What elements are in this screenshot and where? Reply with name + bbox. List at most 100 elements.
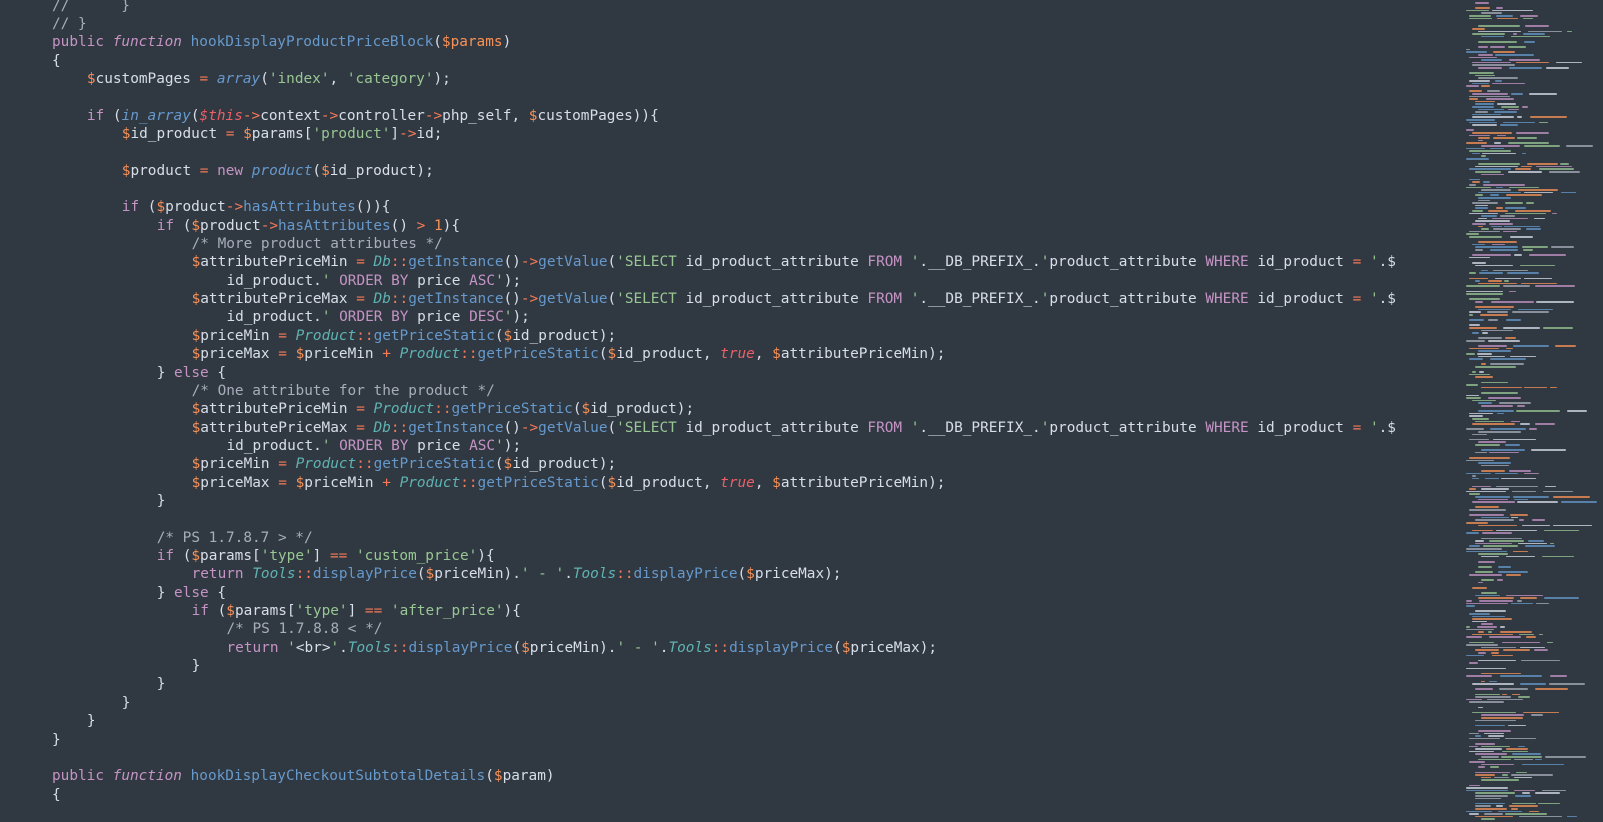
code-line[interactable]: return Tools::displayPrice($priceMin).' … [192, 565, 842, 584]
code-line[interactable]: public function hookDisplayProductPriceB… [52, 33, 511, 52]
code-token: hasAttributes [278, 217, 391, 234]
code-token: param) [502, 768, 555, 785]
minimap[interactable] [1466, 0, 1603, 822]
code-token: 'SELECT [616, 291, 686, 308]
minimap-stroke [1472, 116, 1515, 118]
minimap-stroke [1478, 524, 1518, 527]
code-line[interactable]: } else { [157, 364, 226, 383]
code-line[interactable]: id_product.' ORDER BY price ASC'); [227, 272, 522, 291]
code-line[interactable]: $attributePriceMin = Product::getPriceSt… [192, 400, 695, 419]
minimap-stroke [1535, 688, 1569, 690]
code-token: product [165, 199, 226, 216]
code-line[interactable]: /* PS 1.7.8.7 > */ [157, 529, 313, 548]
code-token: ){ [503, 603, 521, 620]
code-line[interactable]: /* PS 1.7.8.8 < */ [227, 620, 383, 639]
minimap-stroke [1469, 813, 1480, 815]
code-token: Tools [572, 566, 617, 583]
code-line[interactable]: { [52, 786, 61, 805]
code-token: $ [86, 70, 96, 87]
code-line[interactable]: public function hookDisplayCheckoutSubto… [52, 767, 555, 786]
minimap-stroke [1475, 696, 1511, 698]
code-line[interactable]: } [122, 694, 131, 713]
code-line[interactable]: $attributePriceMax = Db::getInstance()->… [192, 419, 1396, 438]
code-line[interactable]: /* More product attributes */ [192, 235, 443, 254]
code-line[interactable]: return '<br>'.Tools::displayPrice($price… [227, 639, 938, 658]
code-token: ()){ [355, 199, 391, 216]
code-line[interactable]: // } [52, 0, 130, 15]
minimap-stroke [1469, 613, 1491, 615]
minimap-stroke [1469, 314, 1474, 316]
code-token: Product [295, 327, 357, 344]
minimap-stroke [1466, 459, 1495, 462]
code-line[interactable]: $attributePriceMin = Db::getInstance()->… [192, 253, 1396, 272]
minimap-stroke [1475, 815, 1513, 818]
minimap-stroke [1497, 103, 1517, 105]
minimap-stroke [1475, 249, 1483, 251]
minimap-stroke [1536, 602, 1549, 605]
code-line[interactable]: } [157, 492, 166, 511]
code-token: priceMin [200, 456, 279, 473]
code-token: ' [495, 272, 504, 289]
code-line[interactable]: $priceMax = $priceMin + Product::getPric… [192, 474, 946, 493]
code-editor[interactable]: // }// } public function hookDisplayProdu… [0, 0, 1603, 822]
minimap-stroke [1510, 93, 1524, 95]
code-token: = [356, 254, 374, 271]
code-line[interactable]: } [157, 675, 166, 694]
code-line[interactable]: } [192, 657, 201, 676]
minimap-stroke [1519, 264, 1555, 267]
code-line[interactable]: $priceMax = $priceMin + Product::getPric… [192, 345, 946, 364]
code-line[interactable]: $priceMin = Product::getPriceStatic($id_… [192, 327, 617, 346]
code-line[interactable]: id_product.' ORDER BY price ASC'); [227, 437, 522, 456]
code-line[interactable]: /* One attribute for the product */ [192, 382, 495, 401]
code-line[interactable]: if ($params['type'] == 'after_price'){ [192, 602, 521, 621]
minimap-stroke [1466, 186, 1492, 189]
code-line[interactable]: } else { [157, 584, 226, 603]
code-line[interactable]: if ($product->hasAttributes() > 1){ [157, 217, 460, 236]
minimap-stroke [1516, 405, 1526, 407]
minimap-stroke [1481, 714, 1525, 716]
code-line[interactable]: id_product.' ORDER BY price DESC'); [227, 308, 530, 327]
code-line[interactable]: $product = new product($id_product); [122, 162, 434, 181]
minimap-stroke [1516, 410, 1560, 412]
minimap-stroke [1505, 748, 1528, 750]
minimap-stroke [1466, 667, 1507, 670]
code-token: new [217, 162, 252, 179]
minimap-stroke [1481, 405, 1513, 407]
code-line[interactable]: // } [52, 15, 87, 34]
code-area[interactable]: // }// } public function hookDisplayProdu… [0, 0, 1462, 822]
code-token: :: [390, 254, 409, 271]
minimap-stroke [1532, 519, 1545, 521]
minimap-stroke [1509, 290, 1517, 293]
code-token: -> [399, 125, 417, 142]
minimap-stroke [1523, 191, 1554, 194]
code-token: getInstance [408, 419, 504, 436]
code-token: $ [493, 768, 503, 785]
code-line[interactable]: if ($product->hasAttributes()){ [122, 198, 391, 217]
code-line[interactable]: } [52, 731, 61, 750]
minimap-stroke [1501, 477, 1537, 480]
minimap-stroke [1469, 272, 1476, 274]
code-line[interactable]: $priceMin = Product::getPriceStatic($id_… [192, 455, 617, 474]
code-token: ( [190, 107, 200, 124]
minimap-stroke [1492, 438, 1537, 441]
code-token: } [156, 364, 175, 381]
code-line[interactable]: } [87, 712, 96, 731]
code-line[interactable]: $id_product = $params['product']->id; [122, 125, 443, 144]
code-line[interactable]: if ($params['type'] == 'custom_price'){ [157, 547, 495, 566]
code-token: = [356, 291, 374, 308]
minimap-stroke [1507, 724, 1526, 727]
code-line[interactable]: $customPages = array('index', 'category'… [87, 70, 451, 89]
code-line[interactable]: { [52, 52, 61, 71]
code-line[interactable]: if (in_array($this->context->controller-… [87, 107, 659, 126]
minimap-stroke [1475, 610, 1507, 612]
code-token: . [564, 566, 573, 583]
code-line[interactable]: $attributePriceMax = Db::getInstance()->… [192, 290, 1396, 309]
minimap-stroke [1472, 332, 1480, 334]
minimap-stroke [1535, 165, 1572, 168]
minimap-stroke [1481, 592, 1497, 594]
minimap-stroke [1472, 371, 1477, 373]
minimap-stroke [1472, 633, 1513, 636]
minimap-stroke [1475, 542, 1513, 545]
code-token: return [191, 566, 253, 583]
code-token: attributePriceMin [200, 401, 357, 418]
